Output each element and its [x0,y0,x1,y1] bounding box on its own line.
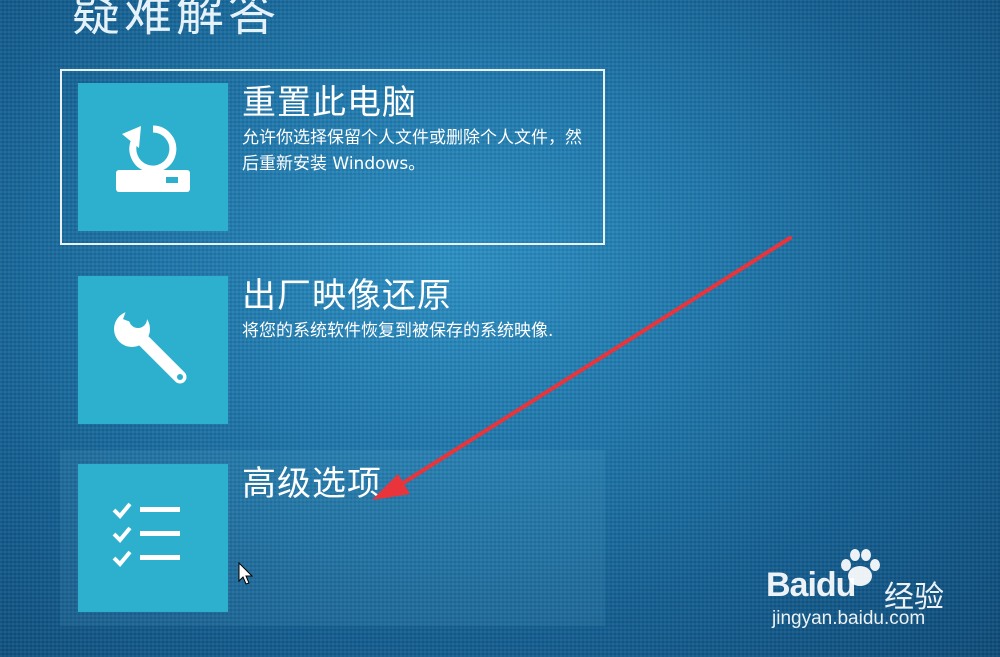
watermark-url: jingyan.baidu.com [772,608,926,629]
watermark-brand: Baidu [766,566,856,604]
mouse-cursor-icon [238,562,254,585]
watermark: Baidu 经验 jingyan.baidu.com [766,548,986,638]
